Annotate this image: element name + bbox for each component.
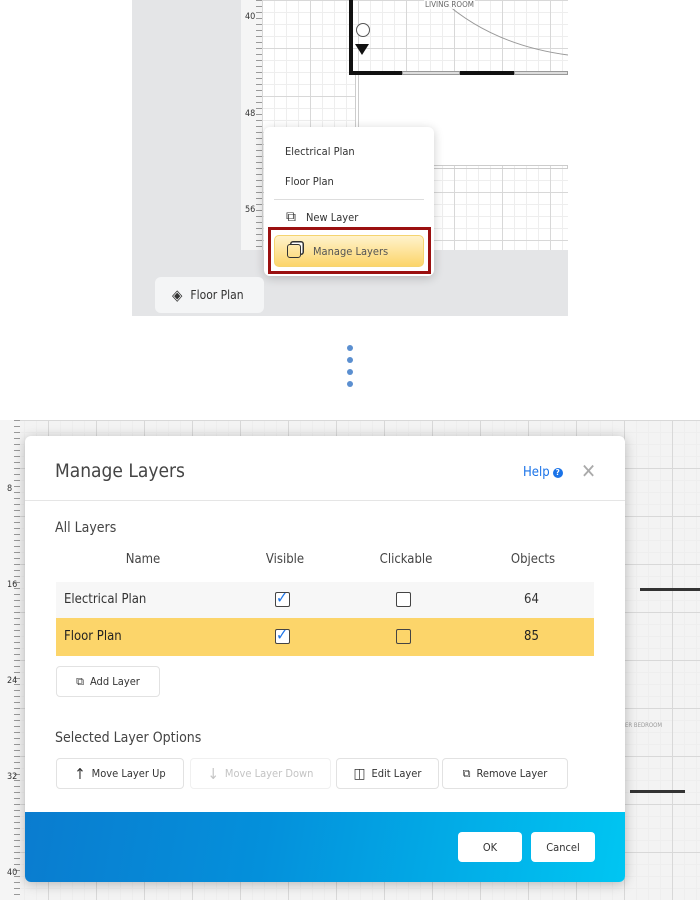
clickable-checkbox[interactable] xyxy=(396,629,411,644)
wall xyxy=(349,0,353,75)
menu-item-floor-plan[interactable]: Floor Plan xyxy=(285,175,334,188)
ruler-label: 16 xyxy=(7,580,18,590)
layer-name: Floor Plan xyxy=(64,629,122,644)
column-header-clickable: Clickable xyxy=(379,552,433,567)
selected-layer-options-heading: Selected Layer Options xyxy=(55,730,202,746)
table-row[interactable]: Electrical Plan ✓ 64 xyxy=(56,582,594,618)
add-layer-button[interactable]: ⧉ Add Layer xyxy=(56,666,160,697)
menu-item-electrical-plan[interactable]: Electrical Plan xyxy=(285,145,355,158)
triangle-marker-icon xyxy=(355,44,369,55)
remove-layer-icon: ⧉ xyxy=(462,766,471,780)
continuation-dots xyxy=(347,345,353,387)
move-layer-down-button[interactable]: ↓ Move Layer Down xyxy=(190,758,331,789)
move-down-label: Move Layer Down xyxy=(224,767,314,780)
object-count: 64 xyxy=(524,592,539,607)
menu-divider xyxy=(274,199,424,200)
edit-layer-label: Edit Layer xyxy=(371,767,422,780)
column-header-visible: Visible xyxy=(265,552,305,567)
help-question-icon: ? xyxy=(552,467,563,478)
fixture-icon xyxy=(356,23,370,37)
visible-checkbox[interactable]: ✓ xyxy=(275,590,290,607)
close-icon[interactable]: ✕ xyxy=(581,459,596,483)
help-label: Help xyxy=(523,465,550,480)
ok-label: OK xyxy=(482,840,498,854)
ruler-label: 56 xyxy=(245,205,256,215)
visible-checkbox[interactable]: ✓ xyxy=(275,627,290,644)
ruler-label: 40 xyxy=(245,12,256,22)
menu-item-new-layer[interactable]: ⧉ New Layer xyxy=(286,209,358,225)
callout-highlight-box xyxy=(268,227,431,274)
arrow-up-icon: ↑ xyxy=(74,764,86,783)
ok-button[interactable]: OK xyxy=(458,832,522,862)
new-layer-label: New Layer xyxy=(306,210,359,224)
manage-layers-dialog: Manage Layers Help ? ✕ All Layers Name V… xyxy=(25,436,625,882)
ruler-label: 48 xyxy=(245,109,256,119)
ruler-label: 32 xyxy=(7,772,18,782)
add-layer-label: Add Layer xyxy=(89,675,140,688)
move-layer-up-button[interactable]: ↑ Move Layer Up xyxy=(56,758,184,789)
dialog-title: Manage Layers xyxy=(55,460,185,482)
add-layer-icon: ⧉ xyxy=(76,674,84,688)
ruler-label: 24 xyxy=(7,676,18,686)
all-layers-heading: All Layers xyxy=(55,520,117,536)
room-label: ER BEDROOM xyxy=(625,722,663,729)
layer-name: Electrical Plan xyxy=(64,592,147,607)
edit-layer-button[interactable]: ◫ Edit Layer xyxy=(336,758,439,789)
ruler-label: 8 xyxy=(7,484,13,494)
top-canvas-area: 40 48 56 LIVING ROOM Electrical Plan Flo… xyxy=(132,0,568,316)
help-link[interactable]: Help ? xyxy=(523,465,563,480)
object-count: 85 xyxy=(524,629,539,644)
header-divider xyxy=(25,500,625,501)
column-header-name: Name xyxy=(125,552,161,567)
clickable-checkbox[interactable] xyxy=(396,592,411,607)
layer-button-label: Floor Plan xyxy=(190,288,244,302)
table-row-selected[interactable]: Floor Plan ✓ 85 xyxy=(56,618,594,656)
dialog-footer: OK Cancel xyxy=(25,812,625,882)
remove-layer-label: Remove Layer xyxy=(476,767,548,780)
add-layer-icon: ⧉ xyxy=(286,209,296,225)
door-swing-arc xyxy=(442,0,568,56)
cancel-button[interactable]: Cancel xyxy=(531,832,595,862)
edit-layer-icon: ◫ xyxy=(353,765,366,782)
column-header-objects: Objects xyxy=(510,552,556,567)
layers-icon: ◈ xyxy=(172,286,183,304)
ruler-label: 40 xyxy=(7,868,18,878)
remove-layer-button[interactable]: ⧉ Remove Layer xyxy=(442,758,568,789)
move-up-label: Move Layer Up xyxy=(91,767,166,780)
room-label: LIVING ROOM xyxy=(424,0,475,9)
arrow-down-icon: ↓ xyxy=(207,764,219,783)
layer-switcher-button[interactable]: ◈ Floor Plan xyxy=(155,277,264,313)
cancel-label: Cancel xyxy=(546,840,580,854)
